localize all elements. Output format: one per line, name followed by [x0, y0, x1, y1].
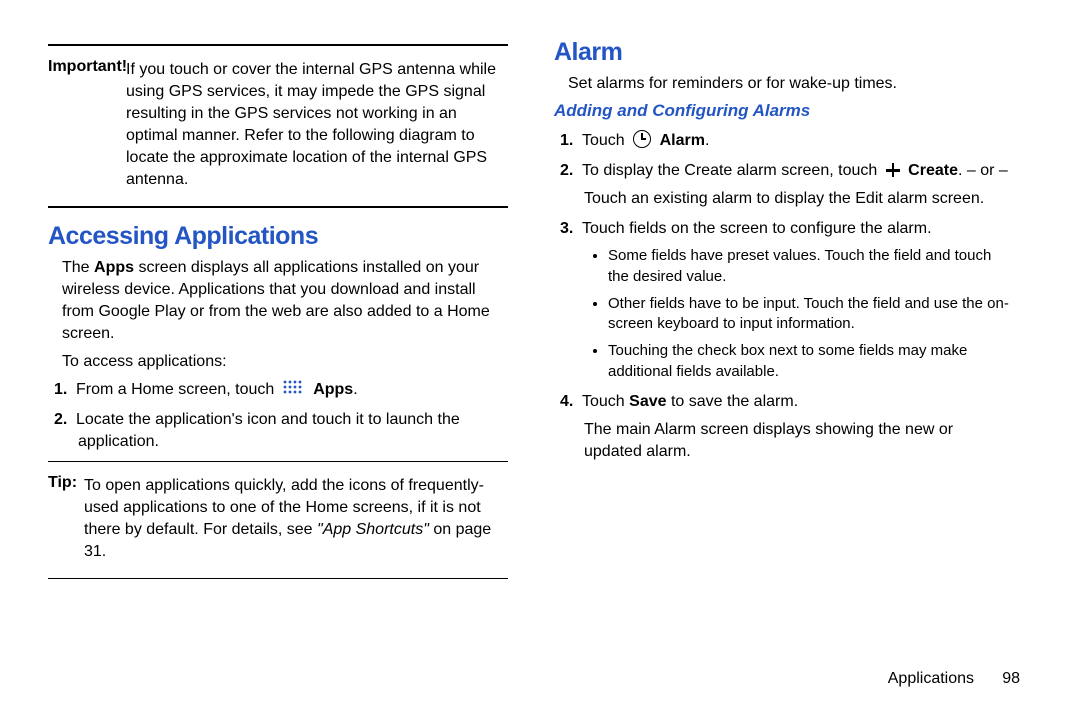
list-item: 1.Touch Alarm. [584, 127, 1014, 152]
body-paragraph: The Apps screen displays all application… [62, 257, 508, 345]
tip-body: To open applications quickly, add the ic… [84, 475, 508, 563]
rule [48, 44, 508, 46]
list-item: 4.Touch Save to save the alarm. The main… [584, 391, 1014, 463]
rule [48, 206, 508, 208]
manual-page: Important! If you touch or cover the int… [0, 0, 1080, 633]
heading-accessing-applications: Accessing Applications [48, 222, 508, 251]
important-note: Important! If you touch or cover the int… [48, 52, 508, 200]
bullet-item: Other fields have to be input. Touch the… [608, 294, 1014, 335]
important-label: Important! [48, 58, 127, 75]
lead-in: To access applications: [62, 351, 508, 373]
apps-grid-icon [283, 380, 305, 395]
page-footer: Applications 98 [888, 668, 1020, 690]
page-number: 98 [1002, 670, 1020, 687]
list-item: 2.Locate the application's icon and touc… [78, 409, 508, 453]
bullet-list: Some fields have preset values. Touch th… [608, 246, 1014, 382]
clock-icon [633, 130, 651, 148]
alarm-intro: Set alarms for reminders or for wake-up … [568, 73, 1014, 95]
left-column: Important! If you touch or cover the int… [48, 38, 508, 585]
list-item: 2.To display the Create alarm screen, to… [584, 160, 1014, 210]
tip-note: Tip: To open applications quickly, add t… [48, 468, 508, 571]
apps-bold: Apps [94, 259, 134, 276]
list-item: 3.Touch fields on the screen to configur… [584, 218, 1014, 382]
subheading-adding-alarms: Adding and Configuring Alarms [554, 101, 1014, 121]
alarm-steps: 1.Touch Alarm. 2.To display the Create a… [584, 127, 1014, 463]
right-column: Alarm Set alarms for reminders or for wa… [554, 38, 1014, 585]
important-body-first: If you touch or cover the internal GPS a… [126, 59, 508, 191]
rule [48, 578, 508, 579]
access-steps: 1.From a Home screen, touch Apps. 2.Loca… [78, 379, 508, 453]
bullet-item: Some fields have preset values. Touch th… [608, 246, 1014, 287]
chapter-name: Applications [888, 670, 974, 687]
heading-alarm: Alarm [554, 38, 1014, 67]
rule [48, 461, 508, 462]
plus-icon [886, 163, 900, 177]
bullet-item: Touching the check box next to some fiel… [608, 341, 1014, 382]
tip-label: Tip: [48, 474, 77, 491]
list-item: 1.From a Home screen, touch Apps. [78, 379, 508, 401]
